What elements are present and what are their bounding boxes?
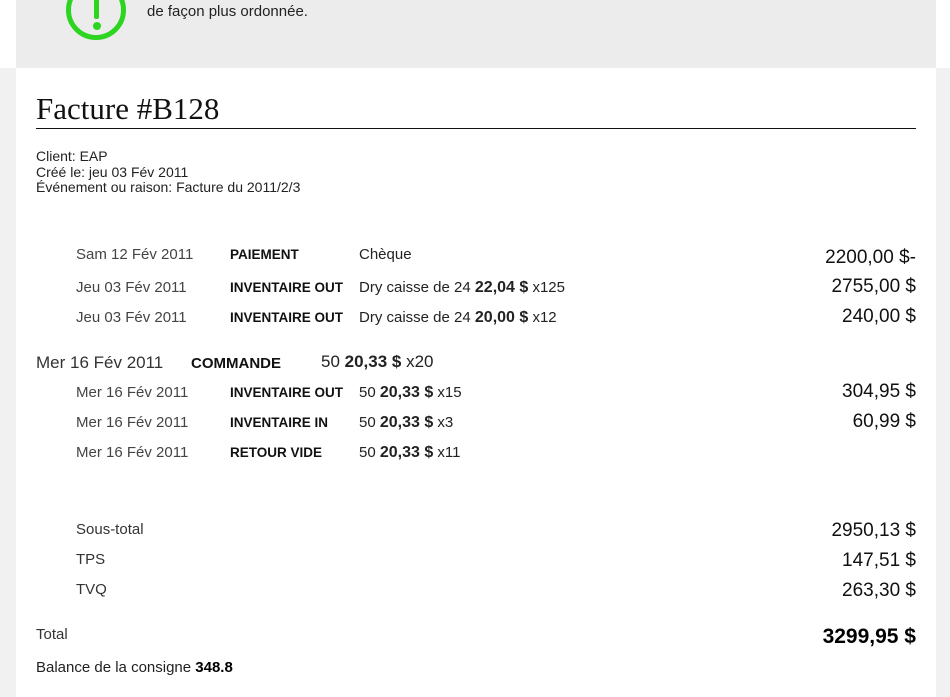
transaction-description: Dry caisse de 24 20,00 $ x12 bbox=[359, 309, 557, 326]
event-reason: Événement ou raison: Facture du 2011/2/3 bbox=[36, 179, 301, 195]
exclamation-circle-icon bbox=[66, 0, 126, 40]
total-label: Total bbox=[36, 626, 68, 643]
order-item-type: INVENTAIRE IN bbox=[230, 415, 329, 430]
transaction-type: INVENTAIRE OUT bbox=[230, 280, 344, 295]
order-item-date: Mer 16 Fév 2011 bbox=[76, 414, 189, 431]
transaction-date: Jeu 03 Fév 2011 bbox=[76, 309, 187, 326]
tvq-row: TVQ 263,30 $ bbox=[0, 580, 950, 605]
deposit-balance: Balance de la consigne 348.8 bbox=[36, 659, 233, 676]
transaction-amount: 2200,00 $- bbox=[825, 247, 916, 268]
tps-row: TPS 147,51 $ bbox=[0, 550, 950, 575]
transaction-row: Sam 12 Fév 2011 PAIEMENT Chèque 2200,00 … bbox=[0, 246, 950, 270]
transaction-description: Dry caisse de 24 22,04 $ x125 bbox=[359, 279, 565, 296]
invoice-meta: Client: EAP Créé le: jeu 03 Fév 2011 Évé… bbox=[36, 148, 301, 196]
order-item-description: 50 20,33 $ x11 bbox=[359, 444, 461, 461]
order-item-row: Mer 16 Fév 2011 INVENTAIRE OUT 50 20,33 … bbox=[0, 381, 950, 408]
created-date: Créé le: jeu 03 Fév 2011 bbox=[36, 163, 189, 180]
order-row: Mer 16 Fév 2011 COMMANDE 50 20,33 $ x20 bbox=[0, 352, 950, 378]
tvq-amount: 263,30 $ bbox=[842, 580, 916, 601]
order-type: COMMANDE bbox=[191, 355, 281, 372]
order-item-row: Mer 16 Fév 2011 INVENTAIRE IN 50 20,33 $… bbox=[0, 411, 950, 438]
notice-banner: de façon plus ordonnée. bbox=[16, 0, 936, 68]
transaction-amount: 240,00 $ bbox=[842, 306, 916, 327]
order-item-date: Mer 16 Fév 2011 bbox=[76, 444, 189, 461]
order-description: 50 20,33 $ x20 bbox=[321, 352, 434, 371]
title-divider bbox=[36, 128, 916, 129]
transaction-date: Sam 12 Fév 2011 bbox=[76, 246, 194, 263]
transaction-row: Jeu 03 Fév 2011 INVENTAIRE OUT Dry caiss… bbox=[0, 306, 950, 333]
client-label: Client: EAP bbox=[36, 148, 108, 164]
order-item-type: INVENTAIRE OUT bbox=[230, 385, 344, 400]
subtotal-row: Sous-total 2950,13 $ bbox=[0, 520, 950, 545]
tvq-label: TVQ bbox=[76, 581, 107, 598]
transaction-type: INVENTAIRE OUT bbox=[230, 310, 344, 325]
order-item-description: 50 20,33 $ x15 bbox=[359, 384, 462, 401]
subtotal-label: Sous-total bbox=[76, 521, 144, 538]
transaction-date: Jeu 03 Fév 2011 bbox=[76, 279, 187, 296]
deposit-balance-value: 348.8 bbox=[195, 659, 233, 676]
page-title: Facture #B128 bbox=[36, 91, 220, 126]
order-item-row: Mer 16 Fév 2011 RETOUR VIDE 50 20,33 $ x… bbox=[0, 444, 950, 468]
order-item-amount: 60,99 $ bbox=[852, 411, 916, 432]
order-item-amount: 304,95 $ bbox=[842, 381, 916, 402]
tps-label: TPS bbox=[76, 551, 106, 568]
order-item-date: Mer 16 Fév 2011 bbox=[76, 384, 189, 401]
subtotal-amount: 2950,13 $ bbox=[831, 520, 916, 541]
transaction-type: PAIEMENT bbox=[230, 247, 299, 262]
total-amount: 3299,95 $ bbox=[822, 625, 916, 648]
order-item-description: 50 20,33 $ x3 bbox=[359, 414, 454, 431]
tps-amount: 147,51 $ bbox=[842, 550, 916, 571]
transaction-amount: 2755,00 $ bbox=[831, 276, 916, 297]
order-date: Mer 16 Fév 2011 bbox=[36, 353, 164, 372]
transaction-description: Chèque bbox=[359, 246, 412, 263]
notice-line-1: de façon plus ordonnée. bbox=[147, 3, 308, 20]
order-item-type: RETOUR VIDE bbox=[230, 445, 323, 460]
transaction-row: Jeu 03 Fév 2011 INVENTAIRE OUT Dry caiss… bbox=[0, 276, 950, 303]
